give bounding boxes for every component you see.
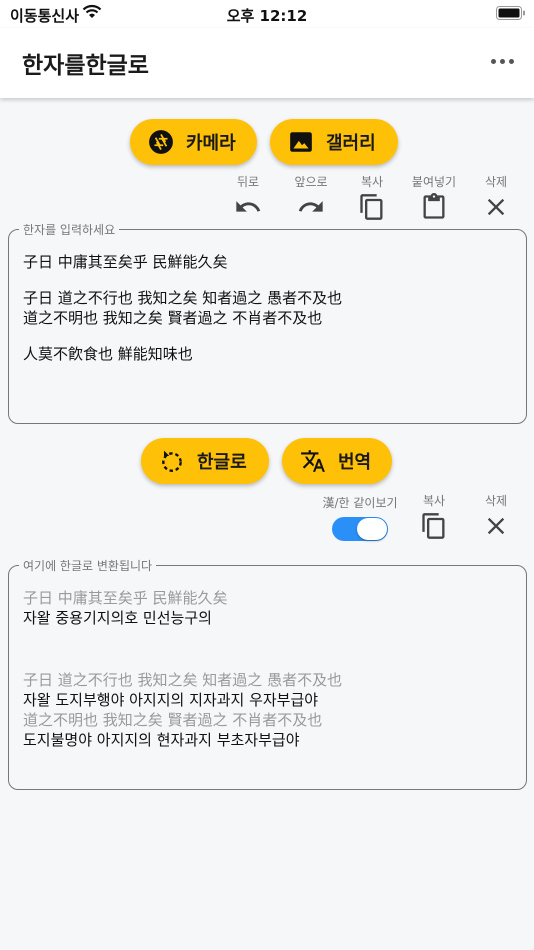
delete-output-button[interactable]: 삭제: [468, 492, 524, 544]
more-options-button[interactable]: [490, 52, 516, 72]
input-text[interactable]: 子日 中庸其至矣乎 民鮮能久矣 子日 道之不行也 我知之矣 知者過之 愚者不及也…: [23, 252, 512, 364]
more-dot-icon: [500, 59, 505, 64]
image-icon: [290, 132, 312, 152]
output-hanja-line: 子日 道之不行也 我知之矣 知者過之 愚者不及也: [23, 671, 343, 689]
battery-icon: [496, 6, 525, 20]
paste-label: 붙여넣기: [411, 175, 457, 189]
close-icon: [487, 517, 505, 535]
redo-label: 앞으로: [294, 175, 328, 189]
input-line: 道之不明也 我知之矣 賢者過之 不肖者不及也: [23, 309, 323, 327]
input-line: 子日 道之不行也 我知之矣 知者過之 愚者不及也: [23, 289, 343, 307]
more-dot-icon: [509, 59, 514, 64]
copy-output-button[interactable]: 복사: [406, 492, 462, 544]
input-line: 人莫不飮食也 鮮能知味也: [23, 345, 193, 363]
clock: 오후 12:12: [226, 7, 308, 25]
undo-icon: [236, 201, 261, 212]
output-hangul-line: 자왈 도지부행야 아지지의 지자과지 우자부급야: [23, 691, 319, 709]
output-hangul-line: 자왈 중용기지의호 민선능구의: [23, 609, 212, 627]
status-bar: 이동통신사 오후 12:12: [0, 0, 534, 28]
toggle-switch[interactable]: [332, 517, 388, 541]
camera-button[interactable]: 카메라: [130, 119, 257, 165]
delete-label: 삭제: [484, 494, 508, 508]
gallery-label: 갤러리: [326, 133, 376, 154]
app-bar: 한자를한글로: [0, 28, 534, 98]
output-hanja-line: 子日 中庸其至矣乎 民鮮能久矣: [23, 589, 228, 607]
copy-icon: [360, 194, 383, 220]
paste-button[interactable]: 붙여넣기: [406, 173, 462, 225]
delete-label: 삭제: [484, 175, 508, 189]
input-field-label: 한자를 입력하세요: [19, 221, 120, 238]
output-text: 子日 中庸其至矣乎 民鮮能久矣 자왈 중용기지의호 민선능구의 子日 道之不行也…: [23, 588, 512, 750]
camera-aperture-icon: [149, 130, 173, 154]
page-title: 한자를한글로: [22, 53, 149, 79]
delete-input-button[interactable]: 삭제: [468, 173, 524, 225]
hanja-input-field[interactable]: 한자를 입력하세요 子日 中庸其至矣乎 民鮮能久矣 子日 道之不行也 我知之矣 …: [8, 221, 527, 424]
convert-hangul-button[interactable]: 한글로: [141, 438, 269, 484]
hangul-label: 한글로: [197, 452, 247, 473]
copy-input-button[interactable]: 복사: [344, 173, 400, 225]
toggle-knob: [357, 518, 387, 540]
copy-label: 복사: [422, 494, 446, 508]
show-together-toggle[interactable]: 漢/한 같이보기: [320, 494, 400, 541]
clipboard-icon: [423, 193, 445, 219]
rotate-icon: [162, 450, 182, 472]
redo-button[interactable]: 앞으로: [283, 173, 339, 225]
output-field-label: 여기에 한글로 변환됩니다: [19, 557, 157, 574]
more-dot-icon: [491, 59, 496, 64]
copy-label: 복사: [360, 175, 384, 189]
translate-icon: [301, 450, 325, 472]
input-line: 子日 中庸其至矣乎 民鮮能久矣: [23, 253, 228, 271]
close-icon: [487, 198, 505, 216]
undo-button[interactable]: 뒤로: [220, 173, 276, 225]
redo-icon: [298, 201, 323, 212]
undo-label: 뒤로: [236, 175, 260, 189]
camera-label: 카메라: [186, 133, 236, 154]
translate-button[interactable]: 번역: [282, 438, 392, 484]
hangul-output-field[interactable]: 여기에 한글로 변환됩니다 子日 中庸其至矣乎 民鮮能久矣 자왈 중용기지의호 …: [8, 557, 527, 790]
output-hanja-line: 道之不明也 我知之矣 賢者過之 不肖者不及也: [23, 711, 323, 729]
gallery-button[interactable]: 갤러리: [270, 119, 398, 165]
toggle-label: 漢/한 같이보기: [322, 496, 398, 510]
output-hangul-line: 도지불명야 아지지의 현자과지 부초자부급야: [23, 731, 300, 749]
translate-label: 번역: [338, 452, 372, 473]
copy-icon: [422, 513, 445, 539]
